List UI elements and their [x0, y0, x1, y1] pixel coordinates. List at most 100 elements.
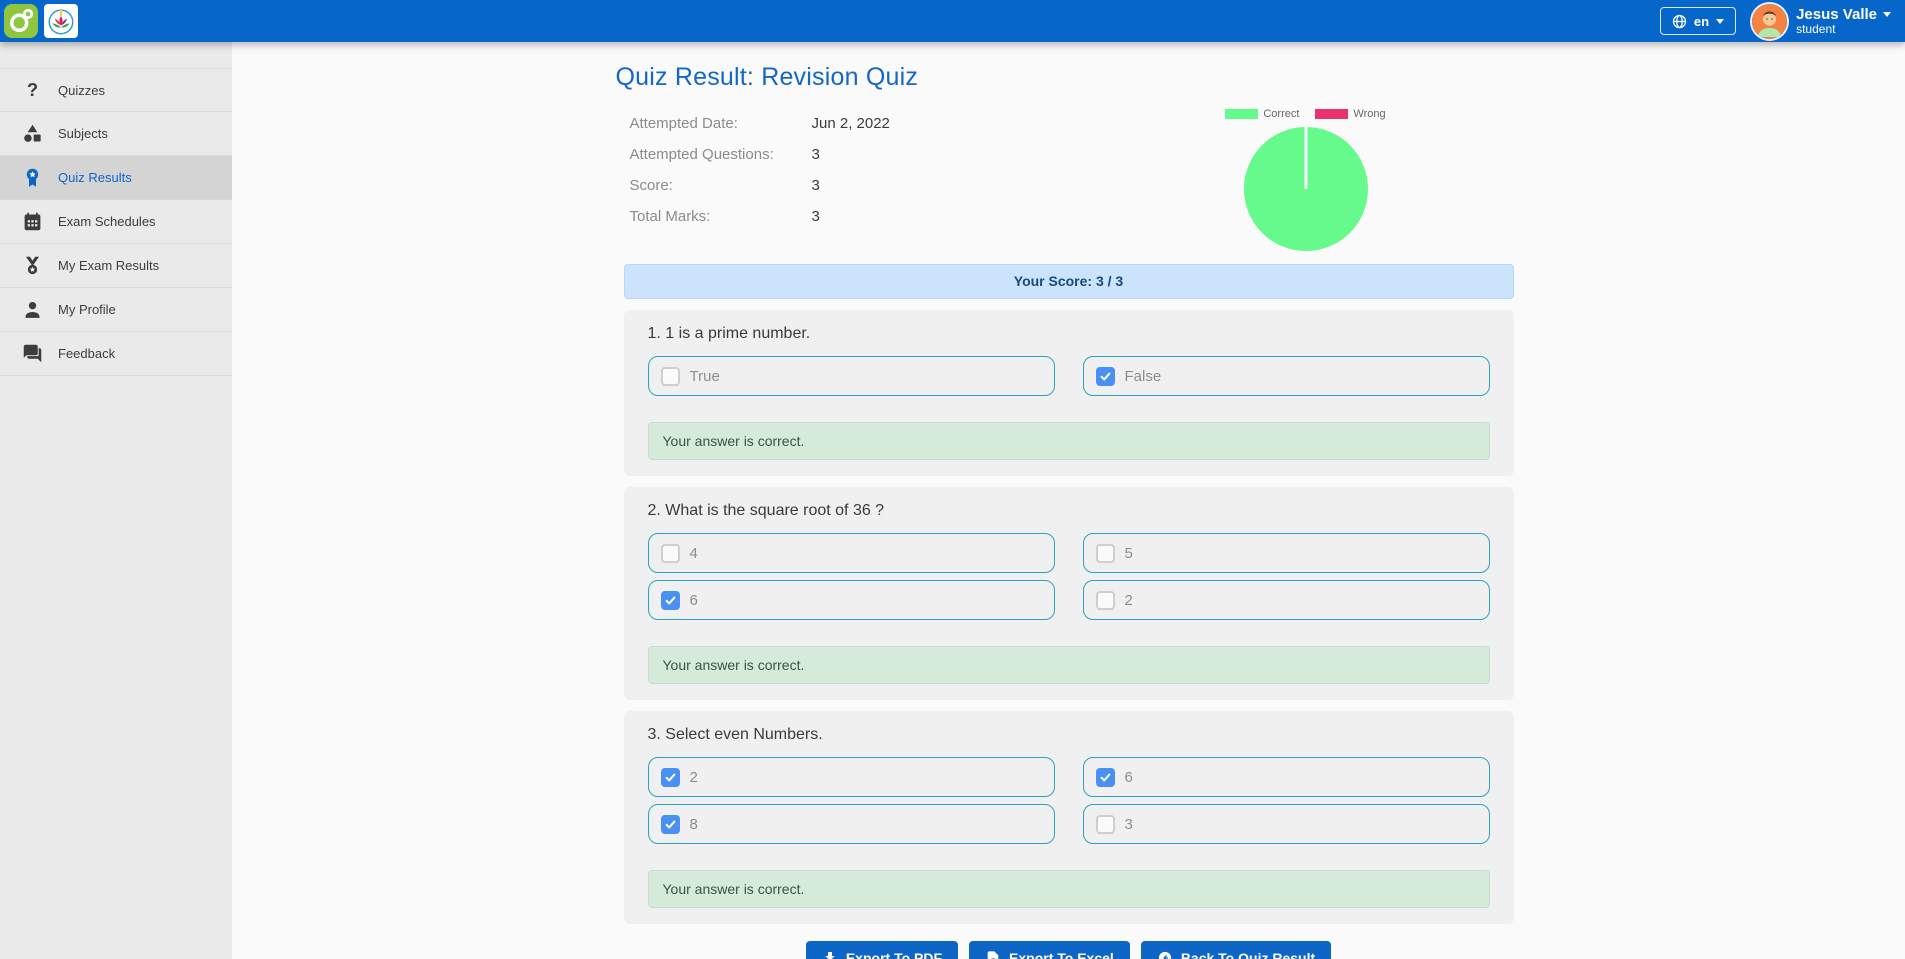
- app-logo[interactable]: [4, 4, 38, 38]
- globe-icon: [1672, 14, 1687, 29]
- answer-option[interactable]: True: [648, 356, 1055, 396]
- score-pie-chart: CorrectWrong: [1216, 108, 1396, 253]
- checkbox-unchecked-icon[interactable]: [661, 544, 680, 563]
- result-details: Attempted Date:Jun 2, 2022Attempted Ques…: [624, 108, 890, 253]
- option-grid: True False: [648, 356, 1490, 396]
- answer-option[interactable]: 2: [1083, 580, 1490, 620]
- sidebar-item-label: Quiz Results: [58, 170, 132, 185]
- detail-label: Attempted Questions:: [630, 146, 812, 163]
- sidebar: ?Quizzes Subjects Quiz Results Exam Schedul…: [0, 42, 232, 959]
- option-label: 3: [1125, 816, 1133, 833]
- excel-file-icon: x: [985, 950, 1001, 959]
- legend-swatch: [1315, 109, 1348, 119]
- user-menu[interactable]: Jesus Valle student: [1752, 4, 1891, 39]
- question-mark-icon: ?: [21, 79, 43, 101]
- app-root: en Jesus Valle: [0, 0, 1905, 959]
- question-text: 3. Select even Numbers.: [648, 726, 1490, 744]
- lotus-logo-icon: [45, 5, 77, 37]
- detail-row: Total Marks:3: [630, 201, 890, 232]
- option-label: False: [1125, 368, 1162, 385]
- detail-value: 3: [812, 146, 820, 163]
- detail-value: 3: [812, 177, 820, 194]
- chevron-down-icon: [1883, 12, 1891, 17]
- language-selector[interactable]: en: [1660, 7, 1736, 35]
- button-label: Back To Quiz Result: [1181, 950, 1315, 959]
- export-to-pdf-button[interactable]: Export To PDF: [806, 941, 958, 959]
- answer-option[interactable]: 3: [1083, 804, 1490, 844]
- sidebar-item-my-exam-results[interactable]: My Exam Results: [0, 244, 232, 288]
- checkbox-checked-icon[interactable]: [1096, 768, 1115, 787]
- checkbox-unchecked-icon[interactable]: [661, 367, 680, 386]
- option-label: 8: [690, 816, 698, 833]
- detail-label: Attempted Date:: [630, 115, 812, 132]
- language-label: en: [1694, 14, 1709, 29]
- page-title: Quiz Result: Revision Quiz: [616, 63, 1514, 92]
- score-banner: Your Score: 3 / 3: [624, 264, 1514, 299]
- user-meta: Jesus Valle student: [1796, 6, 1891, 36]
- checkbox-unchecked-icon[interactable]: [1096, 591, 1115, 610]
- checkbox-checked-icon[interactable]: [661, 815, 680, 834]
- result-summary: Attempted Date:Jun 2, 2022Attempted Ques…: [624, 108, 1514, 253]
- sidebar-item-label: My Exam Results: [58, 258, 159, 273]
- option-grid: 4 56 2: [648, 533, 1490, 620]
- checkbox-checked-icon[interactable]: [661, 591, 680, 610]
- sidebar-item-label: My Profile: [58, 302, 116, 317]
- answer-option[interactable]: 5: [1083, 533, 1490, 573]
- chart-legend: CorrectWrong: [1225, 108, 1385, 120]
- sidebar-item-exam-schedules[interactable]: Exam Schedules: [0, 200, 232, 244]
- answer-feedback: Your answer is correct.: [648, 422, 1490, 460]
- chevron-down-icon: [1716, 19, 1724, 24]
- logo-group: [4, 4, 78, 38]
- checkbox-unchecked-icon[interactable]: [1096, 544, 1115, 563]
- medal-icon: [21, 255, 43, 277]
- answer-option[interactable]: 6: [648, 580, 1055, 620]
- detail-label: Score:: [630, 177, 812, 194]
- top-bar: en Jesus Valle: [0, 0, 1905, 42]
- question-list: 1. 1 is a prime number. True False Your ans…: [624, 310, 1514, 924]
- detail-row: Score:3: [630, 170, 890, 201]
- checkbox-checked-icon[interactable]: [661, 768, 680, 787]
- question-text: 1. 1 is a prime number.: [648, 325, 1490, 343]
- option-label: 2: [1125, 592, 1133, 609]
- sidebar-item-label: Subjects: [58, 126, 108, 141]
- option-label: 4: [690, 545, 698, 562]
- sidebar-item-quiz-results[interactable]: Quiz Results: [0, 156, 232, 200]
- answer-option[interactable]: 6: [1083, 757, 1490, 797]
- sidebar-item-feedback[interactable]: Feedback: [0, 332, 232, 376]
- detail-row: Attempted Date:Jun 2, 2022: [630, 108, 890, 139]
- back-to-quiz-result-button[interactable]: Back To Quiz Result: [1141, 941, 1331, 959]
- user-role: student: [1796, 23, 1891, 36]
- button-label: Export To PDF: [846, 950, 942, 959]
- answer-feedback: Your answer is correct.: [648, 646, 1490, 684]
- option-label: 2: [690, 769, 698, 786]
- download-icon: [822, 950, 838, 959]
- option-label: 6: [1125, 769, 1133, 786]
- checkbox-unchecked-icon[interactable]: [1096, 815, 1115, 834]
- answer-option[interactable]: 2: [648, 757, 1055, 797]
- export-to-excel-button[interactable]: x Export To Excel: [969, 941, 1130, 959]
- option-label: True: [690, 368, 720, 385]
- app-logo-icon: [6, 6, 36, 36]
- school-logo[interactable]: [44, 4, 78, 38]
- option-grid: 2 6 8 3: [648, 757, 1490, 844]
- sidebar-item-my-profile[interactable]: My Profile: [0, 288, 232, 332]
- answer-option[interactable]: False: [1083, 356, 1490, 396]
- answer-feedback: Your answer is correct.: [648, 870, 1490, 908]
- legend-item-correct: Correct: [1225, 108, 1299, 120]
- main-content: Quiz Result: Revision Quiz Attempted Dat…: [232, 42, 1905, 959]
- detail-row: Attempted Questions:3: [630, 139, 890, 170]
- question-card: 3. Select even Numbers. 2 6 8 3 Your answer i…: [624, 711, 1514, 924]
- question-card: 1. 1 is a prime number. True False Your ans…: [624, 310, 1514, 476]
- back-arrow-circle-icon: [1157, 950, 1173, 959]
- sidebar-item-subjects[interactable]: Subjects: [0, 112, 232, 156]
- legend-label: Correct: [1263, 108, 1299, 120]
- detail-value: 3: [812, 208, 820, 225]
- detail-label: Total Marks:: [630, 208, 812, 225]
- answer-option[interactable]: 8: [648, 804, 1055, 844]
- sidebar-item-quizzes[interactable]: ?Quizzes: [0, 68, 232, 112]
- answer-option[interactable]: 4: [648, 533, 1055, 573]
- legend-swatch: [1225, 109, 1258, 119]
- action-buttons: Export To PDF x Export To Excel Back To Qui…: [624, 941, 1514, 959]
- checkbox-checked-icon[interactable]: [1096, 367, 1115, 386]
- button-label: Export To Excel: [1009, 950, 1114, 959]
